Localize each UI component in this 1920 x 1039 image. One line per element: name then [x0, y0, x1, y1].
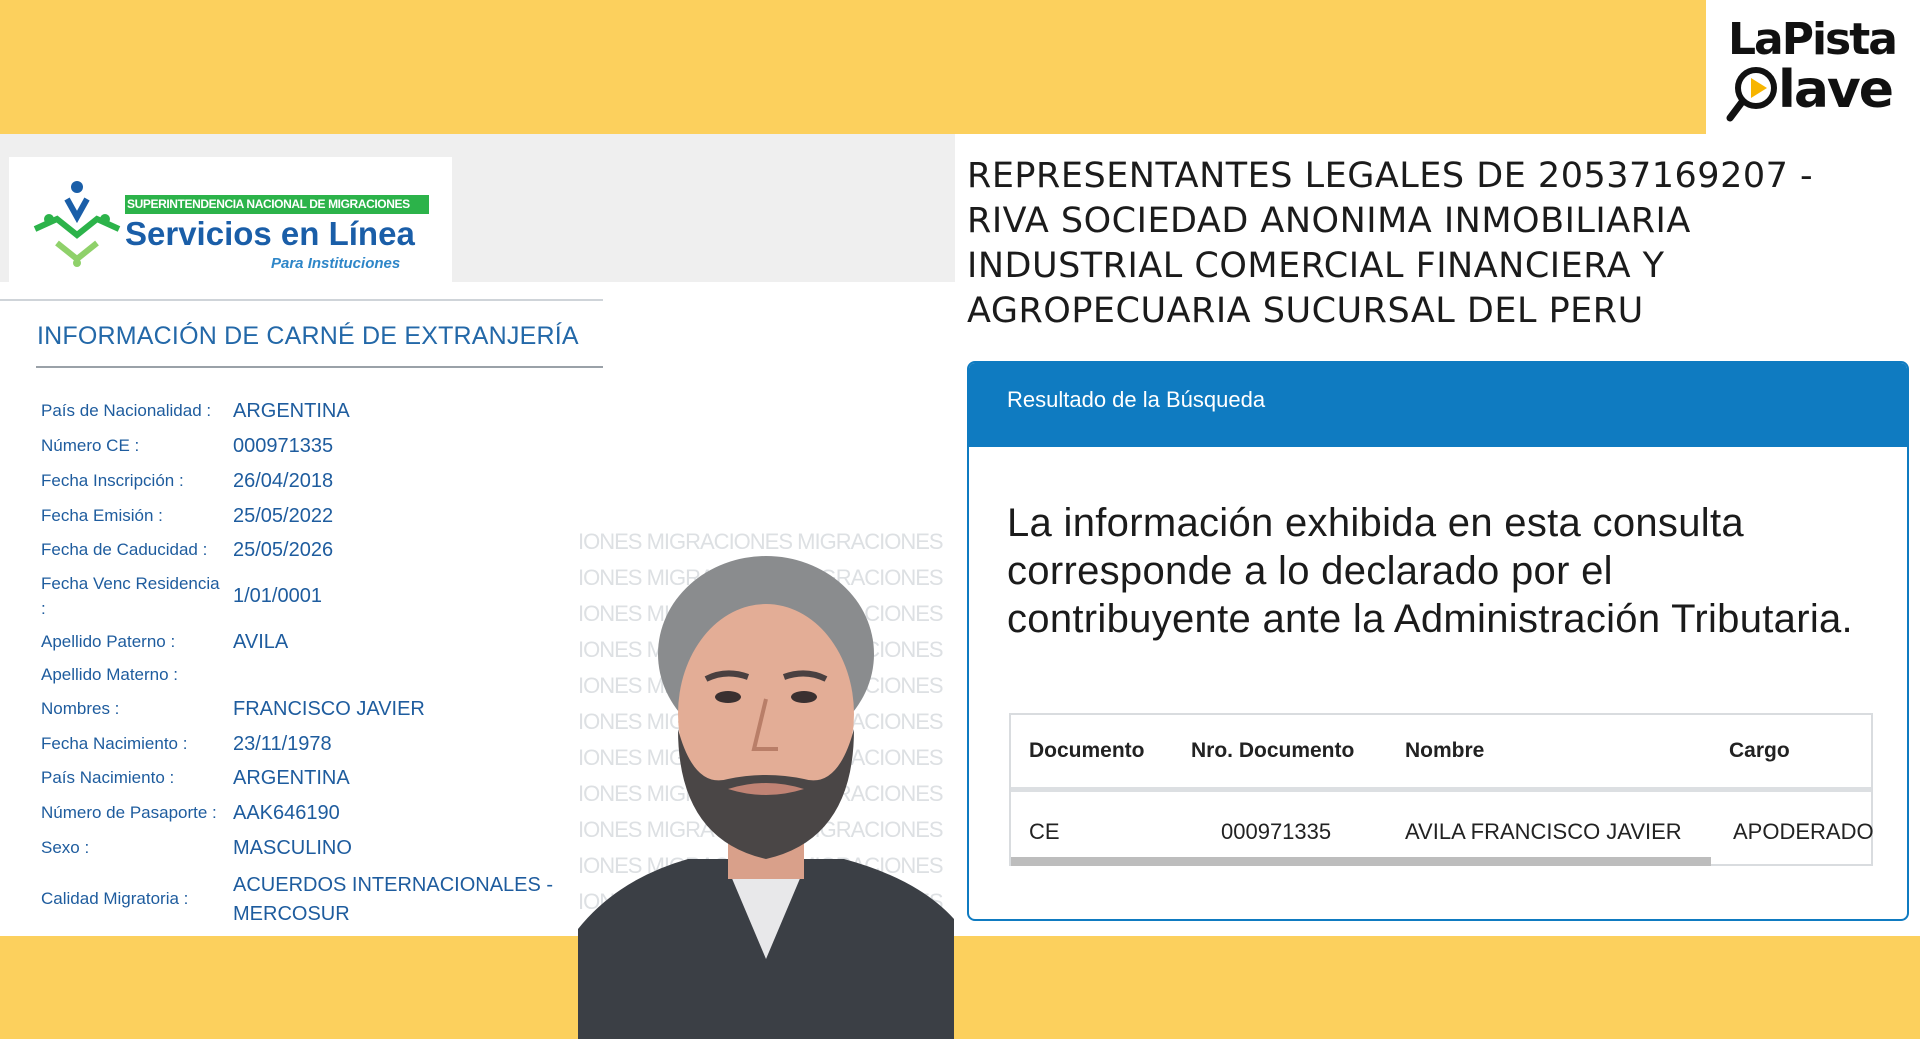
field-label-fecha-nacimiento: Fecha Nacimiento :: [41, 734, 188, 753]
divider: [0, 299, 603, 301]
top-banner: [0, 0, 1920, 134]
field-value-fecha-caducidad: 25/05/2026: [233, 539, 334, 561]
divider: [36, 366, 603, 368]
field-label-sexo: Sexo :: [41, 838, 90, 857]
table-cell-documento: CE: [1029, 819, 1060, 844]
table-header-cargo: Cargo: [1729, 739, 1790, 762]
table-header-documento: Documento: [1029, 739, 1145, 762]
field-label-venc-residencia: Fecha Venc Residencia: [41, 574, 220, 593]
field-label-nacionalidad: País de Nacionalidad :: [41, 401, 212, 420]
table-cell-nro-documento: 000971335: [1221, 819, 1332, 844]
bottom-banner: [0, 936, 1920, 988]
field-label-apellido-paterno: Apellido Paterno :: [41, 632, 176, 651]
magnifier-play-icon: [1726, 67, 1777, 122]
migraciones-service-title: Servicios en Línea: [125, 215, 415, 252]
field-value-numero-ce: 000971335: [233, 435, 334, 457]
representatives-table: Documento Nro. Documento Nombre Cargo CE…: [1009, 713, 1874, 866]
field-label-pasaporte: Número de Pasaporte :: [41, 803, 217, 822]
search-result-card: Resultado de la Búsqueda La información …: [967, 361, 1909, 921]
migraciones-logo-icon: [33, 181, 121, 267]
field-label-nombres: Nombres :: [41, 699, 120, 718]
portrait-illustration: [578, 556, 954, 1039]
table-header-nro-documento: Nro. Documento: [1191, 739, 1355, 762]
field-value-apellido-paterno: AVILA: [233, 631, 289, 653]
disclaimer-text: La información exhibida en esta consulta…: [1007, 501, 1853, 641]
brand-logo: LaPista lave: [1706, 0, 1920, 134]
brand-logo-line2: lave: [1778, 60, 1894, 120]
field-label-calidad-migratoria: Calidad Migratoria :: [41, 889, 189, 908]
field-label-apellido-materno: Apellido Materno :: [41, 665, 179, 684]
field-label-fecha-emision: Fecha Emisión :: [41, 506, 163, 525]
field-value-calidad-migratoria: ACUERDOS INTERNACIONALES -: [233, 874, 554, 896]
field-value-pasaporte: AAK646190: [233, 802, 340, 824]
field-value-pais-nacimiento: ARGENTINA: [233, 767, 350, 789]
field-value-nacionalidad: ARGENTINA: [233, 400, 350, 422]
table-cell-nombre: AVILA FRANCISCO JAVIER: [1405, 819, 1682, 844]
migraciones-panel: SUPERINTENDENCIA NACIONAL DE MIGRACIONES…: [0, 134, 955, 1039]
person-photo: IONES MIGRACIONES MIGRACIONES IONES MIGR…: [578, 389, 954, 1039]
field-value-calidad-migratoria-line2: MERCOSUR: [233, 903, 350, 925]
migraciones-service-subtitle: Para Instituciones: [271, 255, 401, 272]
table-header-divider: [1011, 787, 1871, 792]
field-value-fecha-emision: 25/05/2022: [233, 505, 334, 527]
field-value-sexo: MASCULINO: [233, 837, 352, 859]
sunat-panel: REPRESENTANTES LEGALES DE 20537169207 - …: [955, 134, 1920, 936]
field-label-fecha-caducidad: Fecha de Caducidad :: [41, 540, 208, 559]
field-label-pais-nacimiento: País Nacimiento :: [41, 768, 175, 787]
legal-representatives-title: REPRESENTANTES LEGALES DE 20537169207 - …: [967, 156, 1814, 331]
table-cell-cargo: APODERADO: [1733, 819, 1874, 844]
field-value-venc-residencia: 1/01/0001: [233, 585, 322, 607]
field-label-fecha-inscripcion: Fecha Inscripción :: [41, 471, 184, 490]
field-value-nombres: FRANCISCO JAVIER: [233, 698, 425, 720]
field-label-venc-residencia-colon: :: [41, 599, 46, 618]
field-value-fecha-nacimiento: 23/11/1978: [233, 733, 332, 755]
migraciones-agency-strip: SUPERINTENDENCIA NACIONAL DE MIGRACIONES: [125, 195, 429, 214]
table-header-nombre: Nombre: [1405, 739, 1485, 762]
brand-logo-line1: LaPista: [1728, 14, 1898, 65]
migraciones-banner: SUPERINTENDENCIA NACIONAL DE MIGRACIONES…: [9, 157, 452, 282]
field-value-fecha-inscripcion: 26/04/2018: [233, 470, 334, 492]
field-label-numero-ce: Número CE :: [41, 436, 140, 455]
section-title: INFORMACIÓN DE CARNÉ DE EXTRANJERÍA: [37, 322, 579, 350]
search-result-header: Resultado de la Búsqueda: [969, 363, 1907, 447]
search-result-header-label: Resultado de la Búsqueda: [1007, 387, 1266, 412]
horizontal-scrollbar[interactable]: [1011, 857, 1711, 866]
